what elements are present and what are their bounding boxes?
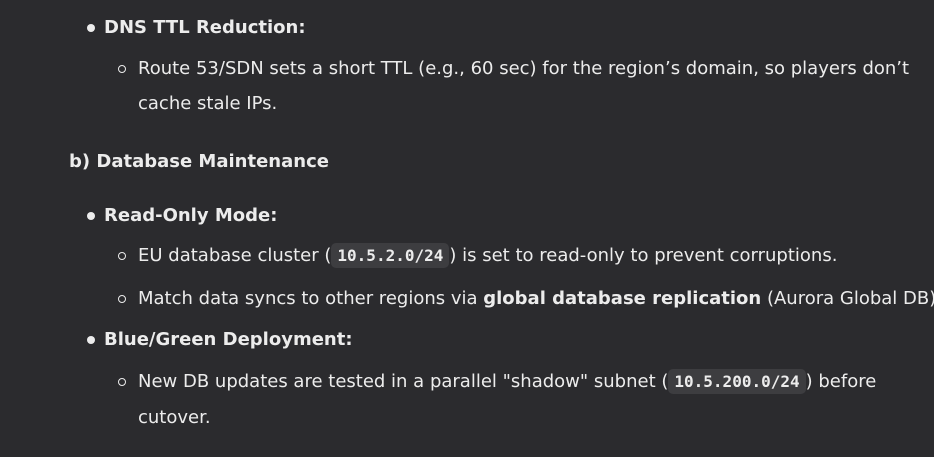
document-page: DNS TTL Reduction: Route 53/SDN sets a s… xyxy=(0,0,934,457)
sub-bullet-dns-ttl-1 xyxy=(118,65,126,73)
blue-green-text-1-after: ) before xyxy=(805,371,877,392)
bullet-read-only xyxy=(87,212,95,220)
read-only-heading: Read-Only Mode: xyxy=(104,205,278,226)
dns-ttl-text-line-2: cache stale IPs. xyxy=(138,93,278,114)
read-only-text-1: EU database cluster (10.5.2.0/24) is set… xyxy=(138,243,838,268)
read-only-text-2-after: (Aurora Global DB). xyxy=(761,288,934,309)
dns-ttl-text-line-1: Route 53/SDN sets a short TTL (e.g., 60 … xyxy=(138,58,910,79)
read-only-text-1-after: ) is set to read-only to prevent corrupt… xyxy=(449,245,838,266)
read-only-text-2-before: Match data syncs to other regions via xyxy=(138,288,484,309)
blue-green-text-line-1: New DB updates are tested in a parallel … xyxy=(138,369,877,394)
global-replication-term: global database replication xyxy=(483,288,762,309)
blue-green-text-1-before: New DB updates are tested in a parallel … xyxy=(138,371,669,392)
read-only-text-1-before: EU database cluster ( xyxy=(138,245,332,266)
eu-cluster-cidr: 10.5.2.0/24 xyxy=(331,243,450,268)
database-maintenance-heading: b) Database Maintenance xyxy=(69,151,329,172)
dns-ttl-heading: DNS TTL Reduction: xyxy=(104,17,306,38)
shadow-subnet-cidr: 10.5.200.0/24 xyxy=(668,369,806,394)
sub-bullet-read-only-2 xyxy=(118,295,126,303)
sub-bullet-read-only-1 xyxy=(118,252,126,260)
bullet-blue-green xyxy=(87,336,95,344)
blue-green-text-line-2: cutover. xyxy=(138,407,211,428)
blue-green-heading: Blue/Green Deployment: xyxy=(104,329,353,350)
read-only-text-2: Match data syncs to other regions via gl… xyxy=(138,287,934,311)
bullet-dns-ttl xyxy=(87,24,95,32)
sub-bullet-blue-green-1 xyxy=(118,378,126,386)
